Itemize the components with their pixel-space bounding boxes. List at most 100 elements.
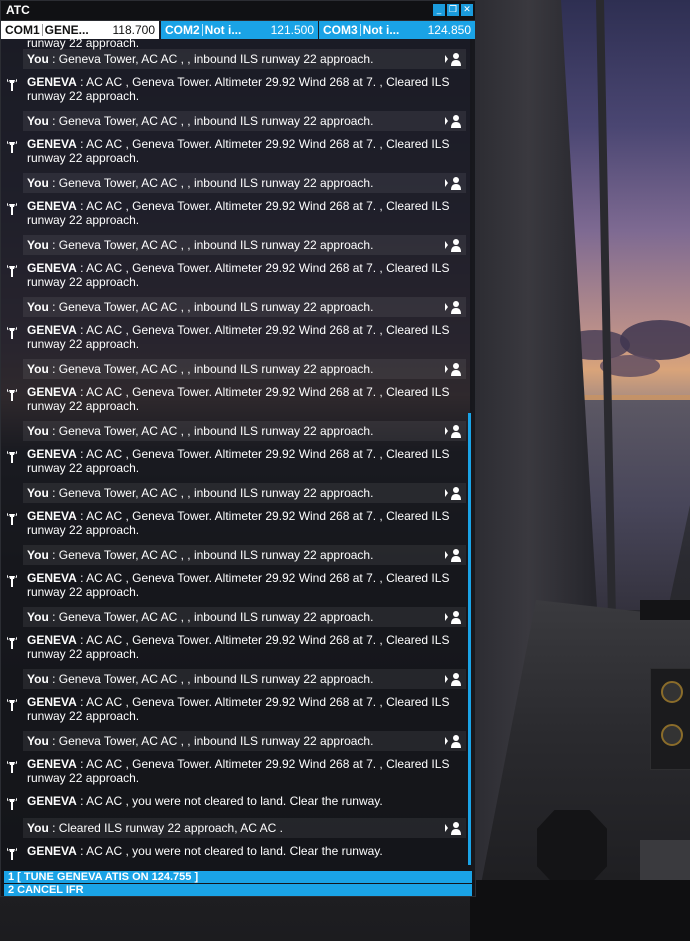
message-atc: GENEVA : AC AC , Geneva Tower. Altimeter… — [6, 260, 466, 296]
message-you: You : Geneva Tower, AC AC , , inbound IL… — [23, 173, 466, 193]
tab-com2-name: COM2 — [165, 23, 200, 37]
tower-icon — [6, 636, 18, 650]
atc-options: 1 [ TUNE GENEVA ATIS ON 124.755 ] 2 CANC… — [4, 871, 472, 897]
user-icon[interactable] — [444, 609, 462, 625]
message-text: : Geneva Tower, AC AC , , inbound ILS ru… — [48, 424, 374, 438]
tab-com3-name: COM3 — [323, 23, 358, 37]
message-you: You : Geneva Tower, AC AC , , inbound IL… — [23, 421, 466, 441]
message-text: : AC AC , Geneva Tower. Altimeter 29.92 … — [76, 323, 450, 337]
tower-icon — [6, 847, 18, 861]
message-text-line2: runway 22 approach. — [27, 709, 140, 723]
message-text: : Geneva Tower, AC AC , , inbound ILS ru… — [48, 610, 374, 624]
tab-com3-station: Not i... — [362, 23, 400, 37]
message-text: : Geneva Tower, AC AC , , inbound ILS ru… — [48, 548, 374, 562]
tab-com2-freq: 121.500 — [270, 23, 314, 37]
tab-com3-freq: 124.850 — [427, 23, 471, 37]
message-text: : AC AC , Geneva Tower. Altimeter 29.92 … — [76, 633, 450, 647]
message-text: : AC AC , Geneva Tower. Altimeter 29.92 … — [76, 137, 450, 151]
message-text: : Geneva Tower, AC AC , , inbound ILS ru… — [48, 486, 374, 500]
cockpit-fixture — [537, 810, 607, 885]
speaker-label: GENEVA — [27, 137, 77, 151]
speaker-label: You — [27, 734, 49, 748]
user-icon[interactable] — [444, 175, 462, 191]
com-tabs: COM1 GENE... 118.700 COM2 Not i... 121.500… — [1, 21, 475, 39]
message-atc: GENEVA : AC AC , Geneva Tower. Altimeter… — [6, 384, 466, 420]
message-text: : Geneva Tower, AC AC , , inbound ILS ru… — [48, 114, 374, 128]
message-text-line2: runway 22 approach. — [27, 151, 140, 165]
cockpit-floor — [470, 880, 690, 941]
speaker-label: GENEVA — [27, 385, 77, 399]
speaker-label: GENEVA — [27, 509, 77, 523]
restore-button[interactable]: ❐ — [447, 4, 459, 16]
message-you: You : Geneva Tower, AC AC , , inbound IL… — [23, 49, 466, 69]
speaker-label: GENEVA — [27, 75, 77, 89]
user-icon[interactable] — [444, 820, 462, 836]
message-you: You : Geneva Tower, AC AC , , inbound IL… — [23, 297, 466, 317]
message-text: : Geneva Tower, AC AC , , inbound ILS ru… — [48, 176, 374, 190]
message-atc: GENEVA : AC AC , Geneva Tower. Altimeter… — [6, 198, 466, 234]
scrollbar[interactable] — [468, 413, 471, 865]
speaker-label: You — [27, 486, 49, 500]
option-tune-atis[interactable]: 1 [ TUNE GENEVA ATIS ON 124.755 ] — [4, 871, 472, 883]
message-text-line2: runway 22 approach. — [27, 89, 140, 103]
minimize-button[interactable]: _ — [433, 4, 445, 16]
message-text: : AC AC , Geneva Tower. Altimeter 29.92 … — [76, 385, 450, 399]
speaker-label: You — [27, 424, 49, 438]
message-you: You : Cleared ILS runway 22 approach, AC… — [23, 818, 466, 838]
user-icon[interactable] — [444, 547, 462, 563]
autopilot-panel — [650, 668, 690, 770]
message-text: : AC AC , Geneva Tower. Altimeter 29.92 … — [76, 261, 450, 275]
tower-icon — [6, 202, 18, 216]
tower-icon — [6, 140, 18, 154]
knob-icon — [661, 724, 683, 746]
message-text-line2: runway 22 approach. — [27, 337, 140, 351]
message-log[interactable]: runway 22 approach. You : Geneva Tower, … — [1, 39, 475, 865]
user-icon[interactable] — [444, 671, 462, 687]
message-you: You : Geneva Tower, AC AC , , inbound IL… — [23, 731, 466, 751]
user-icon[interactable] — [444, 51, 462, 67]
message-you: You : Geneva Tower, AC AC , , inbound IL… — [23, 111, 466, 131]
speaker-label: You — [27, 362, 49, 376]
user-icon[interactable] — [444, 361, 462, 377]
tab-com2-station: Not i... — [204, 23, 242, 37]
speaker-label: GENEVA — [27, 844, 77, 858]
tower-icon — [6, 78, 18, 92]
message-atc: GENEVA : AC AC , you were not cleared to… — [6, 793, 466, 813]
user-icon[interactable] — [444, 733, 462, 749]
message-text: : Cleared ILS runway 22 approach, AC AC … — [48, 821, 283, 835]
speaker-label: GENEVA — [27, 199, 77, 213]
message-you: You : Geneva Tower, AC AC , , inbound IL… — [23, 545, 466, 565]
message-atc: GENEVA : AC AC , Geneva Tower. Altimeter… — [6, 756, 466, 792]
tower-icon — [6, 388, 18, 402]
user-icon[interactable] — [444, 237, 462, 253]
title-bar[interactable]: ATC _ ❐ ✕ — [1, 1, 475, 21]
user-icon[interactable] — [444, 113, 462, 129]
message-text: : Geneva Tower, AC AC , , inbound ILS ru… — [48, 734, 374, 748]
close-button[interactable]: ✕ — [461, 4, 473, 16]
user-icon[interactable] — [444, 423, 462, 439]
message-you: You : Geneva Tower, AC AC , , inbound IL… — [23, 359, 466, 379]
tab-com1-freq: 118.700 — [112, 23, 156, 37]
message-text: : AC AC , Geneva Tower. Altimeter 29.92 … — [76, 199, 450, 213]
option-cancel-ifr[interactable]: 2 CANCEL IFR — [4, 884, 472, 896]
tab-com2[interactable]: COM2 Not i... 121.500 — [161, 21, 318, 39]
user-icon[interactable] — [444, 485, 462, 501]
message-text: : Geneva Tower, AC AC , , inbound ILS ru… — [48, 52, 374, 66]
user-icon[interactable] — [444, 299, 462, 315]
tab-com3[interactable]: COM3 Not i... 124.850 — [319, 21, 475, 39]
message-text: : AC AC , Geneva Tower. Altimeter 29.92 … — [76, 509, 450, 523]
tab-com1[interactable]: COM1 GENE... 118.700 — [1, 21, 159, 39]
message-text: : AC AC , Geneva Tower. Altimeter 29.92 … — [76, 695, 450, 709]
speaker-label: You — [27, 176, 49, 190]
message-text-line2: runway 22 approach. — [27, 461, 140, 475]
speaker-label: GENEVA — [27, 633, 77, 647]
message-text: : AC AC , you were not cleared to land. … — [76, 794, 383, 808]
message-text-line2: runway 22 approach. — [27, 771, 140, 785]
speaker-label: You — [27, 548, 49, 562]
glare-shield — [640, 600, 690, 620]
message-atc: GENEVA : AC AC , Geneva Tower. Altimeter… — [6, 694, 466, 730]
message-atc: GENEVA : AC AC , Geneva Tower. Altimeter… — [6, 136, 466, 172]
speaker-label: You — [27, 300, 49, 314]
speaker-label: GENEVA — [27, 323, 77, 337]
message-text: : AC AC , Geneva Tower. Altimeter 29.92 … — [76, 571, 450, 585]
